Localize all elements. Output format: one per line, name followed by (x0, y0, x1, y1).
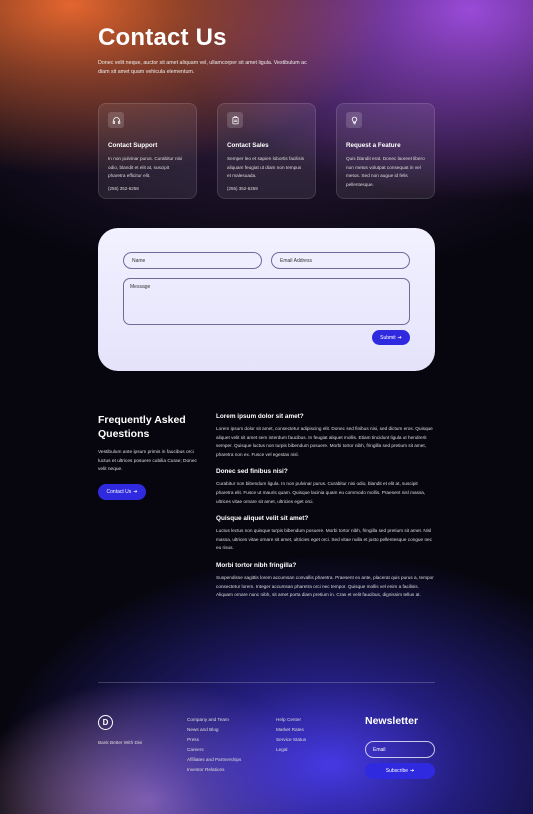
newsletter-email-placeholder: Email (373, 746, 386, 753)
arrow-right-icon: ➔ (133, 489, 138, 495)
submit-label: Submit (380, 334, 396, 341)
page-title: Contact Us (98, 24, 227, 51)
faq-answer: Curabitur non bibendum ligula. In non pu… (216, 481, 426, 504)
faq-title: Frequently Asked Questions (98, 414, 186, 440)
card-title: Contact Support (108, 142, 158, 149)
email-placeholder: Email Address (280, 257, 312, 264)
footer-link[interactable]: News and Blog (187, 725, 241, 735)
divi-logo[interactable]: D (98, 715, 113, 730)
faq-question: Lorem ipsum dolor sit amet? (216, 413, 304, 420)
subscribe-button[interactable]: Subscribe ➔ (365, 763, 435, 779)
card-text: Semper leo et sapien lobortis facilisis … (227, 156, 305, 179)
faq-list: Lorem ipsum dolor sit amet? Lorem ipsum … (216, 413, 436, 609)
footer-divider (98, 682, 435, 683)
hero-description: Donec velit neque, auctor sit amet aliqu… (98, 60, 307, 75)
footer-link[interactable]: Company and Team (187, 715, 241, 725)
contact-page: Contact Us Donec velit neque, auctor sit… (0, 0, 533, 814)
email-field[interactable]: Email Address (271, 252, 410, 269)
footer-tagline: Bank Better With Divi (98, 740, 143, 745)
contact-support-card: Contact Support In non pulvinar purus. C… (98, 103, 197, 199)
arrow-right-icon: ➔ (397, 334, 402, 341)
footer-links-company: Company and Team News and Blog Press Car… (187, 715, 241, 775)
card-text: In non pulvinar purus. Curabitur nisi od… (108, 156, 182, 179)
footer-link[interactable]: Market Rates (276, 725, 306, 735)
faq-item: Morbi tortor nibh fringilla? Suspendisse… (216, 562, 436, 600)
faq-question: Morbi tortor nibh fringilla? (216, 561, 297, 569)
submit-button[interactable]: Submit ➔ (372, 330, 410, 345)
message-placeholder: Message (130, 284, 151, 290)
contact-form: Name Email Address Message Submit ➔ (98, 228, 435, 371)
subscribe-label: Subscribe (385, 768, 409, 774)
name-placeholder: Name (132, 257, 146, 264)
faq-answer: Lorem ipsum dolor sit amet, consectetur … (216, 426, 433, 457)
faq-item: Lorem ipsum dolor sit amet? Lorem ipsum … (216, 413, 436, 459)
card-title: Contact Sales (227, 142, 269, 149)
card-phone[interactable]: (255) 352-6258 (108, 186, 187, 191)
footer-link[interactable]: Investor Relations (187, 765, 241, 775)
faq-question: Donec sed finibus nisi? (216, 468, 288, 476)
footer-link[interactable]: Service Status (276, 735, 306, 745)
card-phone[interactable]: (255) 352-6259 (227, 186, 306, 191)
message-field[interactable]: Message (123, 278, 410, 325)
faq-item: Quisque aliquet velit sit amet? Luctus l… (216, 515, 436, 553)
faq-answer: Suspendisse sagittis lorem accumsan conv… (216, 574, 434, 598)
footer-link[interactable]: Legal (276, 745, 306, 755)
lightbulb-icon (346, 112, 362, 128)
footer-link[interactable]: Affiliates and Partnerships (187, 755, 241, 765)
card-title: Request a Feature (346, 142, 401, 149)
headphones-icon (108, 112, 124, 128)
contact-us-label: Contact Us (106, 489, 132, 495)
contact-sales-card: Contact Sales Semper leo et sapien lobor… (217, 103, 316, 199)
card-text: Quis blandit erat. Donec laoreet libero … (346, 156, 425, 187)
faq-item: Donec sed finibus nisi? Curabitur non bi… (216, 468, 436, 506)
contact-us-button[interactable]: Contact Us ➔ (98, 484, 146, 500)
arrow-right-icon: ➔ (410, 768, 415, 774)
newsletter-email-field[interactable]: Email (365, 741, 435, 758)
faq-description: Vestibulum ante ipsum primis in faucibus… (98, 450, 197, 472)
request-feature-card: Request a Feature Quis blandit erat. Don… (336, 103, 435, 199)
footer-link[interactable]: Help Center (276, 715, 306, 725)
name-field[interactable]: Name (123, 252, 262, 269)
newsletter-title: Newsletter (365, 715, 419, 727)
footer-links-support: Help Center Market Rates Service Status … (276, 715, 306, 755)
clipboard-icon (227, 112, 243, 128)
footer-link[interactable]: Careers (187, 745, 241, 755)
footer-link[interactable]: Press (187, 735, 241, 745)
faq-answer: Luctus lectus non quisque turpis bibendu… (216, 528, 433, 551)
faq-question: Quisque aliquet velit sit amet? (216, 515, 309, 523)
